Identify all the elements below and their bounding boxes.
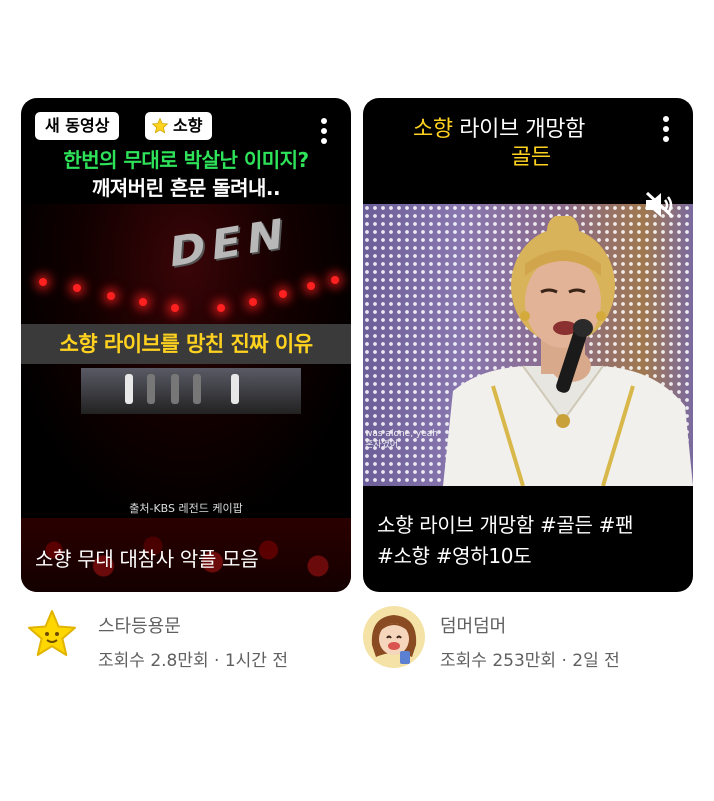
more-options-button[interactable]: [663, 116, 669, 142]
performer: [171, 374, 179, 404]
shorts-card-1[interactable]: 새 동영상 소향 한번의 무대로 박살난 이미지? 깨져버린 흔문 돌려내.. …: [21, 98, 351, 592]
channel-name[interactable]: 덤머덤머: [440, 612, 506, 638]
channel-avatar[interactable]: [22, 605, 82, 665]
more-options-button[interactable]: [321, 118, 327, 144]
star-icon: [28, 610, 76, 656]
category-badge-label: 소향: [173, 116, 203, 135]
performer: [147, 374, 155, 404]
stage-lights: [21, 264, 351, 324]
thumbnail-overlay-title: 소향 라이브 개망함 골든: [413, 116, 585, 172]
thumbnail-headline-2: 깨져버린 흔문 돌려내..: [91, 176, 281, 200]
thumbnail-headline-1: 한번의 무대로 박살난 이미지?: [63, 148, 309, 172]
overlay-text: 라이브 개망함: [452, 117, 585, 142]
video-title[interactable]: 소향 무대 대참사 악플 모음: [35, 544, 259, 575]
overlay-highlight: 소향: [413, 117, 453, 142]
performer: [193, 374, 201, 404]
shorts-card-2[interactable]: 소향 라이브 개망함 골든 was alone, yeah 혼자였어 소향 라이…: [363, 98, 693, 592]
thumbnail-banner: 소향 라이브를 망친 진짜 이유: [21, 324, 351, 364]
video-title[interactable]: 소향 라이브 개망함 #골든 #팬 #소향 #영하10도: [377, 510, 634, 572]
more-vert-icon: [663, 116, 669, 122]
more-vert-icon: [321, 118, 327, 124]
source-credit: 출처-KBS 레전드 케이팝: [129, 502, 243, 515]
category-badge: 소향: [145, 112, 213, 140]
overlay-line-2: 골든: [511, 145, 551, 170]
volume-muted-icon[interactable]: [643, 190, 677, 220]
video-stats: 조회수 2.8만회 · 1시간 전: [98, 651, 288, 671]
video-stats: 조회수 253만회 · 2일 전: [440, 651, 620, 671]
stage-floor: [81, 368, 301, 414]
performer: [125, 374, 133, 404]
video-title-line-2: #소향 #영하10도: [377, 544, 532, 568]
cartoon-girl-avatar: [363, 606, 425, 668]
singer-figure: [443, 216, 693, 486]
star-icon: [151, 117, 169, 134]
new-video-badge: 새 동영상: [35, 112, 120, 140]
performer: [231, 374, 239, 404]
video-preview[interactable]: was alone, yeah 혼자였어: [363, 204, 693, 486]
channel-avatar[interactable]: [362, 605, 426, 669]
channel-name[interactable]: 스타등용문: [98, 612, 181, 638]
video-title-line-1: 소향 라이브 개망함 #골든 #팬: [377, 513, 634, 537]
